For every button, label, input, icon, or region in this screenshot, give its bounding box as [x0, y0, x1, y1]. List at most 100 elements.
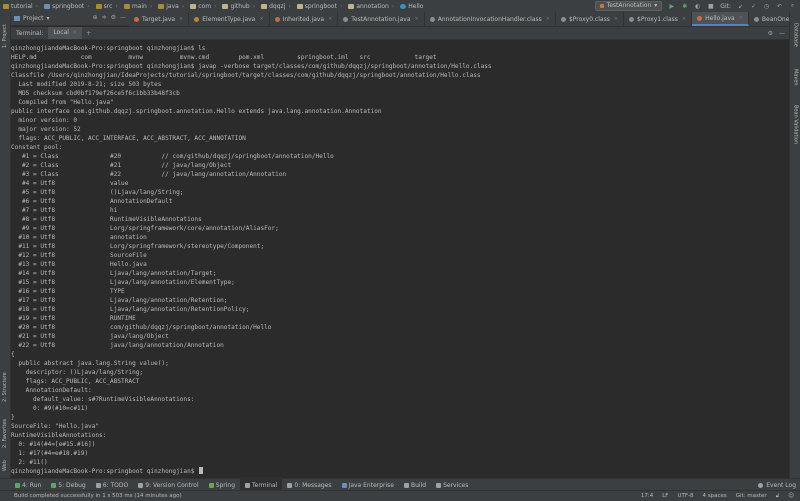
- database-tool-tab[interactable]: Database: [790, 18, 800, 52]
- terminal-line: #17 = Utf8 Ljava/lang/annotation/Retenti…: [11, 297, 228, 304]
- file-type-icon: [753, 16, 759, 22]
- vcs-update-icon[interactable]: ↙: [737, 3, 744, 10]
- folder-icon: [123, 3, 130, 9]
- indent-setting[interactable]: 4 spaces: [702, 493, 726, 500]
- collapse-icon[interactable]: ≑: [102, 14, 107, 21]
- editor-tab[interactable]: Inherited.java ×: [270, 12, 339, 26]
- breadcrumb-item[interactable]: annotation ›: [345, 3, 397, 10]
- terminal-line: Compiled from "Hello.java": [11, 99, 114, 106]
- project-tool-tab[interactable]: 1: Project: [0, 16, 10, 56]
- breadcrumb-item[interactable]: Hello: [397, 3, 426, 10]
- editor-tab[interactable]: AnnotationInvocationHandler.class ×: [425, 12, 556, 26]
- search-icon[interactable]: ⌕: [789, 2, 796, 10]
- chevron-right-icon: ›: [35, 2, 39, 10]
- editor-tab[interactable]: TestAnnotation.java ×: [338, 12, 425, 26]
- breadcrumb-item[interactable]: com ›: [187, 3, 219, 10]
- structure-tool-tab[interactable]: 2: Structure: [0, 366, 10, 408]
- locate-icon[interactable]: ⊕: [93, 14, 98, 21]
- rollback-icon[interactable]: ↶: [776, 3, 783, 10]
- vcs-commit-icon[interactable]: ✓: [750, 3, 757, 10]
- caret-position[interactable]: 17:4: [641, 493, 653, 500]
- editor-tab[interactable]: Hello.java ×: [692, 12, 749, 26]
- breadcrumb-item[interactable]: main ›: [121, 3, 155, 10]
- project-icon: [14, 16, 20, 21]
- tab-local[interactable]: Local ×: [48, 27, 82, 39]
- tool-window-icon: [287, 482, 293, 488]
- editor-tab[interactable]: $Proxy0.class ×: [556, 12, 625, 26]
- breadcrumb-item[interactable]: tutorial ›: [0, 3, 41, 10]
- terminal-output[interactable]: qinzhongjiandeMacBook-Pro:springboot qin…: [11, 44, 492, 476]
- debug-icon[interactable]: ✱: [681, 3, 688, 10]
- terminal-line: Last modified 2019-8-21; size 503 bytes: [11, 81, 162, 88]
- bean-validation-tool-tab[interactable]: Bean Validation: [790, 100, 800, 150]
- editor-tab[interactable]: Target.java ×: [129, 12, 190, 26]
- file-encoding[interactable]: UTF-8: [677, 493, 693, 500]
- favorites-tool-tab[interactable]: 2: Favorites: [0, 414, 10, 452]
- close-icon[interactable]: ×: [259, 16, 263, 22]
- chevron-right-icon: ›: [214, 2, 217, 10]
- line-separator[interactable]: LF: [662, 493, 668, 500]
- inspector-icon[interactable]: ☺: [788, 493, 794, 500]
- terminal-line: 0: #9(#10=c#11): [11, 405, 89, 412]
- close-icon[interactable]: ×: [179, 16, 183, 22]
- vcs-history-icon[interactable]: ◷: [763, 3, 770, 10]
- close-icon[interactable]: ×: [72, 27, 77, 39]
- breadcrumb-label: github: [230, 2, 250, 10]
- hide-icon[interactable]: —: [779, 30, 785, 37]
- close-icon[interactable]: ×: [739, 15, 743, 21]
- breadcrumb-item[interactable]: java ›: [155, 3, 187, 10]
- project-panel-label: Project: [23, 15, 44, 22]
- close-icon[interactable]: ×: [682, 16, 686, 22]
- coverage-icon[interactable]: ◐: [694, 3, 701, 10]
- breadcrumb-item[interactable]: springboot ›: [41, 3, 93, 10]
- editor-tab-label: Inherited.java: [282, 15, 325, 23]
- terminal-line: #22 = Utf8 java/lang/annotation/Annotati…: [11, 342, 224, 349]
- terminal-line: #19 = Utf8 RUNTIME: [11, 315, 136, 322]
- editor-tab[interactable]: BeanOne.java×: [749, 12, 789, 26]
- terminal-line: public abstract java.lang.String value()…: [11, 360, 169, 367]
- terminal-line: #21 = Utf8 java/lang/Object: [11, 333, 169, 340]
- close-icon[interactable]: ×: [415, 16, 419, 22]
- breadcrumb-label: java: [166, 2, 179, 10]
- editor-tab-label: Hello.java: [705, 14, 735, 22]
- project-panel-header[interactable]: Project ▾ ⊕ ≑ ⚙ —: [11, 12, 129, 26]
- vcs-branch[interactable]: Git: master: [736, 493, 767, 500]
- terminal-line: #16 = Utf8 TYPE: [11, 288, 125, 295]
- close-icon[interactable]: ×: [546, 16, 550, 22]
- tool-window-label: 4: Run: [22, 481, 42, 489]
- terminal-line: }: [11, 414, 15, 421]
- terminal-line: default_value: s#7RuntimeVisibleAnnotati…: [11, 396, 195, 403]
- tool-window-icon: [138, 482, 144, 488]
- main-toolbar: TestAnnotation ▾ ▶ ✱ ◐ ■ Git: ↙ ✓ ◷ ↶ ⌕: [594, 0, 796, 12]
- lock-icon[interactable]: 🔓︎: [776, 493, 780, 500]
- close-icon[interactable]: ×: [328, 16, 332, 22]
- editor-tab[interactable]: $Proxy1.class ×: [624, 12, 693, 26]
- folder-icon: [95, 3, 102, 9]
- terminal-panel[interactable]: qinzhongjiandeMacBook-Pro:springboot qin…: [11, 40, 789, 478]
- close-icon[interactable]: ×: [614, 16, 618, 22]
- breadcrumb-item[interactable]: src ›: [93, 3, 121, 10]
- hide-icon[interactable]: —: [120, 14, 126, 21]
- chevron-right-icon: ›: [181, 2, 185, 10]
- event-log-button[interactable]: Event Log: [766, 482, 796, 489]
- new-session-icon[interactable]: +: [82, 30, 95, 37]
- breadcrumb-label: dqqzj: [269, 2, 286, 10]
- class-icon: [400, 3, 407, 9]
- terminal-line: RuntimeVisibleAnnotations:: [11, 432, 107, 439]
- tab-local-label: Local: [53, 29, 69, 36]
- run-icon[interactable]: ▶: [668, 3, 675, 10]
- terminal-line: major version: 52: [11, 126, 81, 133]
- editor-tab[interactable]: ElementType.java ×: [189, 12, 270, 26]
- editor-tab-label: $Proxy0.class: [568, 15, 610, 23]
- gear-icon[interactable]: ⚙: [768, 30, 773, 37]
- breadcrumb: tutorial › springboot › src › main › java › com › gi…: [0, 3, 426, 10]
- breadcrumb-item[interactable]: github ›: [219, 3, 258, 10]
- maven-tool-tab[interactable]: Maven: [790, 64, 800, 90]
- stop-icon[interactable]: ■: [707, 3, 714, 10]
- run-configuration-select[interactable]: TestAnnotation ▾: [594, 1, 663, 11]
- breadcrumb-item[interactable]: springboot ›: [294, 3, 346, 10]
- tool-window-icon: [341, 482, 347, 488]
- web-tool-tab[interactable]: Web: [0, 458, 10, 474]
- gear-icon[interactable]: ⚙: [111, 14, 116, 21]
- breadcrumb-item[interactable]: dqqzj ›: [258, 3, 294, 10]
